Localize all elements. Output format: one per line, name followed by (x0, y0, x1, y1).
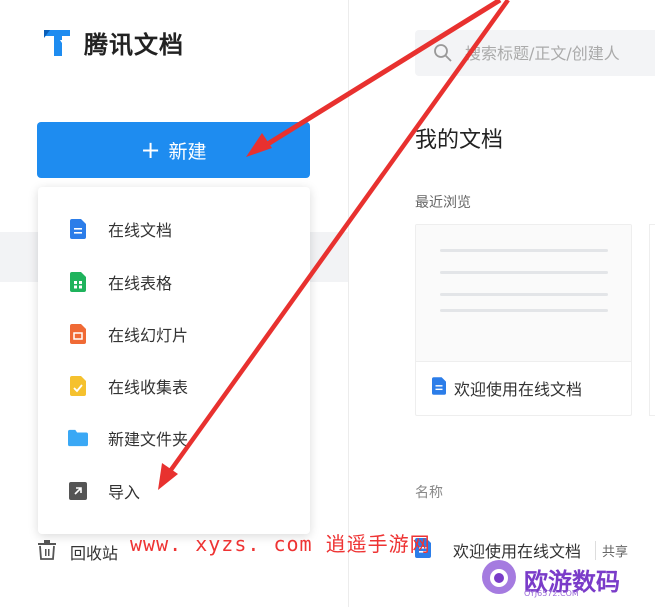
app-name: 腾讯文档 (84, 30, 184, 59)
menu-item-label: 在线幻灯片 (108, 326, 189, 345)
menu-item-label: 在线收集表 (108, 378, 189, 397)
search-input[interactable] (463, 42, 655, 64)
form-icon (68, 376, 88, 396)
site-logo-subtext: OYJ6572.COM (524, 589, 579, 598)
new-dropdown-menu: 在线文档 在线表格 在线幻灯片 在线收集表 新建文件夹 导入 (38, 187, 310, 534)
trash-label: 回收站 (70, 544, 119, 563)
menu-item-new-folder[interactable]: 新建文件夹 (38, 418, 310, 458)
menu-item-online-form[interactable]: 在线收集表 (38, 366, 310, 406)
menu-item-online-doc[interactable]: 在线文档 (38, 209, 310, 249)
new-button-label: 新建 (168, 140, 207, 163)
menu-item-import[interactable]: 导入 (38, 471, 310, 511)
card-title: 欢迎使用在线文档 (454, 380, 583, 399)
app-logo[interactable]: 腾讯文档 (40, 24, 184, 60)
import-icon (68, 481, 88, 501)
search-icon (433, 43, 453, 63)
recent-section-label: 最近浏览 (415, 195, 471, 211)
shared-badge: 共享 (595, 540, 628, 560)
search-bar[interactable] (415, 30, 655, 76)
doc-icon (68, 219, 88, 239)
sidebar: 腾讯文档 + 新建 在线文档 在线表格 在线幻灯片 在线收集表 新建文件夹 导入… (0, 0, 348, 607)
menu-item-label: 导入 (108, 483, 141, 502)
doc-icon (432, 377, 446, 399)
menu-item-online-sheet[interactable]: 在线表格 (38, 262, 310, 302)
menu-item-online-slides[interactable]: 在线幻灯片 (38, 314, 310, 354)
card-footer: 欢迎使用在线文档 (416, 362, 631, 414)
tencent-docs-logo-icon (40, 24, 76, 60)
preview-line (440, 271, 608, 274)
name-column-header[interactable]: 名称 (415, 482, 443, 502)
main-content: 我的文档 最近浏览 欢迎使用在线文档 名称 欢迎使用在线文档 共享 (349, 0, 655, 607)
new-button[interactable]: + 新建 (37, 122, 310, 178)
menu-item-label: 在线文档 (108, 221, 173, 240)
menu-item-label: 新建文件夹 (108, 430, 189, 449)
preview-line (440, 293, 608, 296)
site-watermark-logo: 欧游数码 OYJ6572.COM (480, 558, 620, 600)
page-title: 我的文档 (415, 128, 504, 153)
sheet-icon (68, 272, 88, 292)
slide-icon (68, 324, 88, 344)
folder-icon (68, 428, 88, 448)
doc-preview-thumbnail (416, 225, 631, 362)
plus-icon: + (140, 136, 161, 164)
trash-icon (38, 540, 56, 564)
sidebar-item-trash[interactable]: 回收站 (38, 540, 118, 564)
site-logo-icon (480, 558, 518, 600)
watermark-text: www. xyzs. com 逍遥手游网 (130, 532, 431, 556)
preview-line (440, 309, 608, 312)
recent-doc-card[interactable]: 欢迎使用在线文档 (415, 224, 632, 416)
recent-doc-card-partial[interactable] (649, 224, 655, 416)
menu-item-label: 在线表格 (108, 274, 173, 293)
preview-line (440, 249, 608, 252)
